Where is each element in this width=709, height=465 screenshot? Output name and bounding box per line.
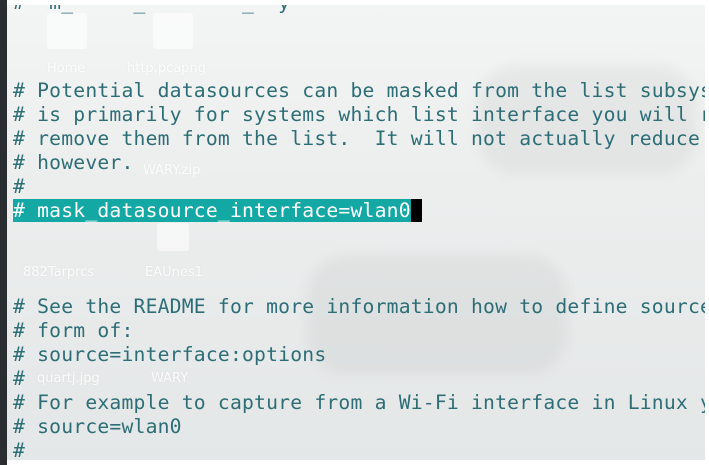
desktop-icon-zip-tile — [157, 223, 189, 251]
desktop-icon-label: http.pcapng — [127, 61, 206, 76]
desktop-icon-label: Home — [47, 61, 86, 76]
text-cursor — [410, 199, 422, 222]
terminal-line: # For example to capture from a Wi-Fi in… — [13, 391, 705, 414]
desktop-icon-label: quartj.jpg — [37, 371, 100, 386]
desktop-icon-label: EAUnes1 — [145, 265, 203, 280]
terminal-line: # form of: — [13, 319, 134, 342]
terminal-line: # — [13, 175, 26, 198]
desktop-icon-home-tile — [47, 13, 87, 49]
terminal-line: # — [13, 439, 26, 460]
window-left-border — [0, 0, 7, 465]
desktop-icon-pcap-tile — [153, 13, 193, 49]
terminal-line: # source=interface:options — [13, 343, 327, 366]
terminal-line: # m_ _ _ y — [13, 5, 290, 15]
terminal-line: # remove them from the list. It will not… — [13, 127, 705, 150]
terminal-selected-line[interactable]: # mask_datasource_interface=wlan0 — [13, 199, 422, 223]
terminal-line: # Potential datasources can be masked fr… — [13, 79, 705, 102]
selection-highlight: # mask_datasource_interface=wlan0 — [13, 199, 411, 222]
terminal-line: # however. — [13, 151, 134, 174]
terminal-window: Home http.pcapng WARY.zip 882Tarprcs EAU… — [0, 0, 709, 465]
window-right-border — [705, 0, 709, 465]
terminal-line: # See the README for more information ho… — [13, 295, 705, 318]
terminal-viewport[interactable]: Home http.pcapng WARY.zip 882Tarprcs EAU… — [7, 5, 705, 460]
desktop-icon-label: WARY — [151, 371, 189, 386]
desktop-icon-label: WARY.zip — [143, 163, 201, 178]
terminal-line: # is primarily for systems which list in… — [13, 103, 705, 126]
terminal-line: # source=wlan0 — [13, 415, 182, 438]
desktop-icon-label: 882Tarprcs — [23, 265, 95, 280]
terminal-line: # — [13, 367, 26, 390]
